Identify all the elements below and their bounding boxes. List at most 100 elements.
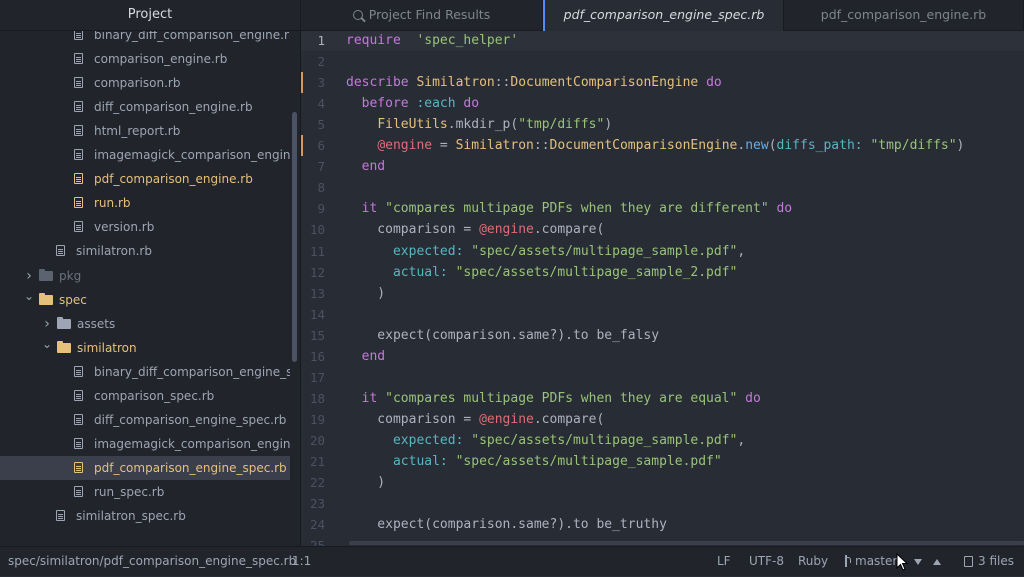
- code-token: actual:: [392, 454, 448, 469]
- tree-folder-similatron[interactable]: ⌄ similatron: [0, 336, 290, 360]
- tree-file-pdf-comparison-engine-rb[interactable]: pdf_comparison_engine.rb: [0, 167, 290, 191]
- tree-file-similatron-spec-rb[interactable]: similatron_spec.rb: [0, 504, 290, 528]
- code-line[interactable]: before :each do: [346, 93, 479, 114]
- line-number[interactable]: 17: [301, 367, 325, 388]
- code-token: ,: [737, 243, 746, 259]
- line-number[interactable]: 23: [301, 493, 325, 514]
- tree-file-comparison-rb[interactable]: comparison.rb: [0, 71, 290, 95]
- line-number[interactable]: 22: [301, 472, 325, 493]
- tree-folder-pkg[interactable]: › pkg: [0, 264, 290, 288]
- code-token: describe: [346, 75, 409, 91]
- tree-file-binary-diff-comparison-engine-spe[interactable]: binary_diff_comparison_engine_spe: [0, 360, 290, 384]
- line-number[interactable]: 2: [301, 51, 325, 72]
- horizontal-scrollbar[interactable]: [349, 541, 1024, 545]
- chevron-right-icon[interactable]: ›: [24, 264, 34, 288]
- tree-file-comparison-spec-rb[interactable]: comparison_spec.rb: [0, 384, 290, 408]
- tree-file-comparison-engine-rb[interactable]: comparison_engine.rb: [0, 47, 290, 71]
- line-number[interactable]: 15: [301, 325, 325, 346]
- code-line[interactable]: it "compares multipage PDFs when they ar…: [346, 388, 761, 409]
- line-number[interactable]: 20: [301, 430, 325, 451]
- line-number[interactable]: 4: [301, 93, 325, 114]
- tree-item-label: assets: [77, 316, 116, 331]
- line-number[interactable]: 14: [301, 304, 325, 325]
- code-line[interactable]: expect(comparison.same?).to be_falsy: [346, 325, 659, 346]
- git-branch[interactable]: master: [843, 547, 897, 577]
- line-number[interactable]: 1: [301, 31, 325, 51]
- tree-file-run-spec-rb[interactable]: run_spec.rb: [0, 480, 290, 504]
- push-button[interactable]: [933, 547, 941, 577]
- line-number[interactable]: 6: [301, 135, 325, 156]
- fetch-button[interactable]: [914, 547, 922, 577]
- file-icon: [74, 485, 83, 497]
- code-token: "spec/assets/multipage_sample_2.pdf": [455, 264, 738, 280]
- line-number[interactable]: 25: [301, 535, 325, 546]
- changed-files[interactable]: 3 files: [964, 547, 1014, 577]
- tree-file-diff-comparison-engine-rb[interactable]: diff_comparison_engine.rb: [0, 95, 290, 119]
- tree-item-label: diff_comparison_engine.rb: [94, 100, 253, 115]
- code-token: :each: [416, 96, 456, 112]
- tree-file-pdf-comparison-engine-spec-rb[interactable]: pdf_comparison_engine_spec.rb: [0, 455, 290, 480]
- tab-project-find-results[interactable]: Project Find Results: [301, 0, 543, 30]
- tree-file-imagemagick-comparison-engine-s[interactable]: imagemagick_comparison_engine_s: [0, 432, 290, 456]
- line-number[interactable]: 16: [301, 346, 325, 367]
- code-line[interactable]: expected: "spec/assets/multipage_sample.…: [346, 241, 745, 262]
- line-number[interactable]: 18: [301, 388, 325, 409]
- cursor-position[interactable]: 1:1: [292, 547, 311, 577]
- tree-file-version-rb[interactable]: version.rb: [0, 215, 290, 239]
- code-line[interactable]: require 'spec_helper': [346, 31, 518, 51]
- code-token: @engine: [377, 138, 433, 154]
- tab-pdf-comparison-engine[interactable]: pdf_comparison_engine.rb: [784, 0, 1024, 30]
- tree-file-imagemagick-comparison-engine-rt[interactable]: imagemagick_comparison_engine.rt: [0, 143, 290, 167]
- tab-pdf-comparison-engine-spec[interactable]: pdf_comparison_engine_spec.rb: [543, 0, 784, 31]
- line-number[interactable]: 9: [301, 198, 325, 219]
- code-line[interactable]: describe Similatron::DocumentComparisonE…: [346, 72, 722, 93]
- tree-file-html-report-rb[interactable]: html_report.rb: [0, 119, 290, 143]
- code-line[interactable]: expect(comparison.same?).to be_truthy: [346, 514, 667, 535]
- encoding[interactable]: UTF-8: [749, 547, 784, 577]
- line-number[interactable]: 10: [301, 219, 325, 240]
- line-number[interactable]: 21: [301, 451, 325, 472]
- line-number[interactable]: 13: [301, 283, 325, 304]
- code-line[interactable]: FileUtils.mkdir_p("tmp/diffs"): [346, 114, 612, 135]
- code-line[interactable]: end: [346, 156, 385, 177]
- chevron-down-icon[interactable]: ⌄: [42, 336, 52, 356]
- code-line[interactable]: ): [346, 472, 385, 493]
- chevron-right-icon[interactable]: ›: [42, 312, 52, 336]
- line-ending[interactable]: LF: [717, 547, 731, 577]
- line-number[interactable]: 5: [301, 114, 325, 135]
- code-line[interactable]: end: [346, 346, 385, 367]
- code-token: do: [706, 75, 722, 91]
- line-number[interactable]: 19: [301, 409, 325, 430]
- code-line[interactable]: it "compares multipage PDFs when they ar…: [346, 198, 792, 219]
- code-line[interactable]: @engine = Similatron::DocumentComparison…: [346, 135, 964, 156]
- code-line[interactable]: ): [346, 283, 385, 304]
- line-number[interactable]: 7: [301, 156, 325, 177]
- chevron-down-icon[interactable]: ⌄: [24, 288, 34, 308]
- line-number[interactable]: 24: [301, 514, 325, 535]
- line-number[interactable]: 12: [301, 262, 325, 283]
- line-number[interactable]: 11: [301, 241, 325, 262]
- text-editor[interactable]: 1 require 'spec_helper' 2 3 describe Similat…: [301, 31, 1024, 546]
- code-token: comparison =: [346, 411, 480, 427]
- folder-icon: [57, 340, 71, 353]
- code-line[interactable]: actual: "spec/assets/multipage_sample.pd…: [346, 451, 722, 472]
- grammar[interactable]: Ruby: [798, 547, 828, 577]
- line-number[interactable]: 8: [301, 177, 325, 198]
- tree-file-similatron-rb[interactable]: similatron.rb: [0, 239, 290, 263]
- tree-folder-spec[interactable]: ⌄ spec: [0, 288, 290, 312]
- tree-scrollbar[interactable]: [292, 112, 297, 362]
- tree-folder-assets[interactable]: › assets: [0, 312, 290, 336]
- code-line[interactable]: expected: "spec/assets/multipage_sample.…: [346, 430, 745, 451]
- code-line[interactable]: comparison = @engine.compare(: [346, 219, 604, 240]
- file-icon: [56, 245, 65, 257]
- tree-view-title[interactable]: Project: [0, 0, 300, 31]
- code-line[interactable]: comparison = @engine.compare(: [346, 409, 604, 430]
- arrow-up-icon: [933, 559, 941, 565]
- tree-file-diff-comparison-engine-spec-rb[interactable]: diff_comparison_engine_spec.rb: [0, 408, 290, 432]
- code-line[interactable]: actual: "spec/assets/multipage_sample_2.…: [346, 262, 737, 283]
- file-path[interactable]: spec/similatron/pdf_comparison_engine_sp…: [8, 547, 296, 577]
- line-number[interactable]: 3: [301, 72, 325, 93]
- tree-file-run-rb[interactable]: run.rb: [0, 191, 290, 215]
